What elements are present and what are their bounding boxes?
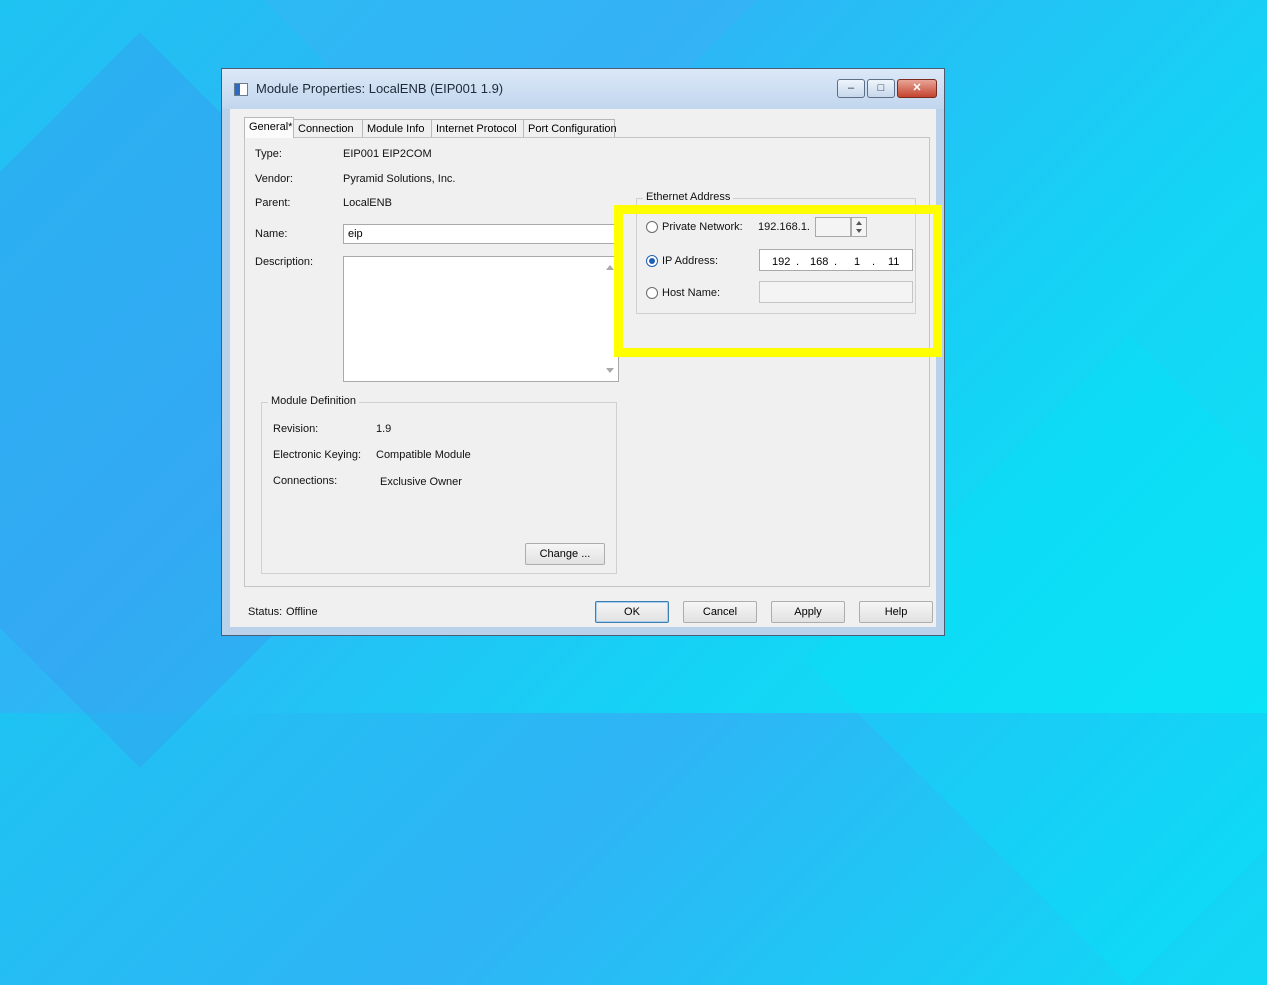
description-label: Description:: [255, 256, 314, 268]
maximize-button[interactable]: □: [867, 79, 895, 98]
ip-address-input[interactable]: 192 . 168 . 1 . 11: [759, 249, 913, 271]
private-network-label[interactable]: Private Network:: [662, 221, 743, 233]
private-network-input[interactable]: [815, 217, 851, 237]
apply-button[interactable]: Apply: [771, 601, 845, 623]
type-value: EIP001 EIP2COM: [343, 148, 432, 160]
module-definition-title: Module Definition: [268, 395, 359, 407]
vendor-value: Pyramid Solutions, Inc.: [343, 173, 456, 185]
host-name-radio[interactable]: [646, 287, 658, 299]
spin-up-icon[interactable]: [856, 221, 862, 225]
ok-button[interactable]: OK: [595, 601, 669, 623]
scroll-up-icon[interactable]: [606, 265, 614, 270]
type-label: Type:: [255, 148, 282, 160]
host-name-input[interactable]: [759, 281, 913, 303]
title-bar[interactable]: Module Properties: LocalENB (EIP001 1.9)…: [222, 69, 944, 109]
minimize-icon: ‒: [847, 82, 855, 94]
ip-dot: .: [796, 256, 800, 268]
revision-value: 1.9: [376, 423, 392, 435]
ip-octet-4: 11: [888, 256, 900, 268]
tab-port-configuration[interactable]: Port Configuration: [523, 119, 617, 137]
close-icon: ✕: [912, 82, 922, 94]
ip-octet-1: 192: [772, 256, 791, 268]
status-label: Status:: [248, 606, 283, 618]
description-textarea[interactable]: [343, 256, 619, 382]
ethernet-address-title: Ethernet Address: [643, 191, 734, 203]
private-network-spinner[interactable]: [851, 217, 867, 237]
module-definition-group: Module Definition Revision: 1.9 Electron…: [261, 395, 617, 574]
description-scrollbar[interactable]: [602, 257, 618, 381]
ethernet-address-group: Ethernet Address Private Network: 192.16…: [636, 191, 916, 314]
vendor-label: Vendor:: [255, 173, 293, 185]
spin-down-icon[interactable]: [856, 229, 862, 233]
close-button[interactable]: ✕: [897, 79, 937, 98]
status-value: Offline: [286, 606, 318, 618]
tab-connection[interactable]: Connection: [293, 119, 363, 137]
electronic-keying-value: Compatible Module: [376, 449, 471, 461]
ip-address-label[interactable]: IP Address:: [662, 255, 718, 267]
ip-octet-2: 168: [810, 256, 829, 268]
host-name-label[interactable]: Host Name:: [662, 287, 720, 299]
ip-address-radio[interactable]: [646, 255, 658, 267]
help-button[interactable]: Help: [859, 601, 933, 623]
module-properties-dialog: Module Properties: LocalENB (EIP001 1.9)…: [221, 68, 945, 636]
tab-module-info[interactable]: Module Info: [362, 119, 432, 137]
app-icon: [234, 83, 248, 96]
revision-label: Revision:: [273, 423, 319, 435]
minimize-button[interactable]: ‒: [837, 79, 865, 98]
connections-value: Exclusive Owner: [380, 476, 462, 488]
change-button[interactable]: Change ...: [525, 543, 605, 565]
scroll-down-icon[interactable]: [606, 368, 614, 373]
private-network-prefix: 192.168.1.: [758, 221, 810, 233]
name-label: Name:: [255, 228, 288, 240]
ip-dot: .: [834, 256, 838, 268]
cancel-button[interactable]: Cancel: [683, 601, 757, 623]
ip-octet-3: 1: [854, 256, 861, 268]
name-input[interactable]: eip: [343, 224, 619, 244]
general-tab-page: Type: EIP001 EIP2COM Vendor: Pyramid Sol…: [244, 137, 930, 587]
tab-general[interactable]: General*: [244, 117, 294, 138]
electronic-keying-label: Electronic Keying:: [273, 449, 362, 461]
dialog-client: General* Connection Module Info Internet…: [230, 109, 936, 627]
window-title: Module Properties: LocalENB (EIP001 1.9): [256, 81, 504, 96]
connections-label: Connections:: [273, 475, 338, 487]
maximize-icon: □: [877, 82, 885, 94]
ip-dot: .: [872, 256, 876, 268]
parent-label: Parent:: [255, 197, 291, 209]
tab-internet-protocol[interactable]: Internet Protocol: [431, 119, 524, 137]
private-network-radio[interactable]: [646, 221, 658, 233]
parent-value: LocalENB: [343, 197, 392, 209]
